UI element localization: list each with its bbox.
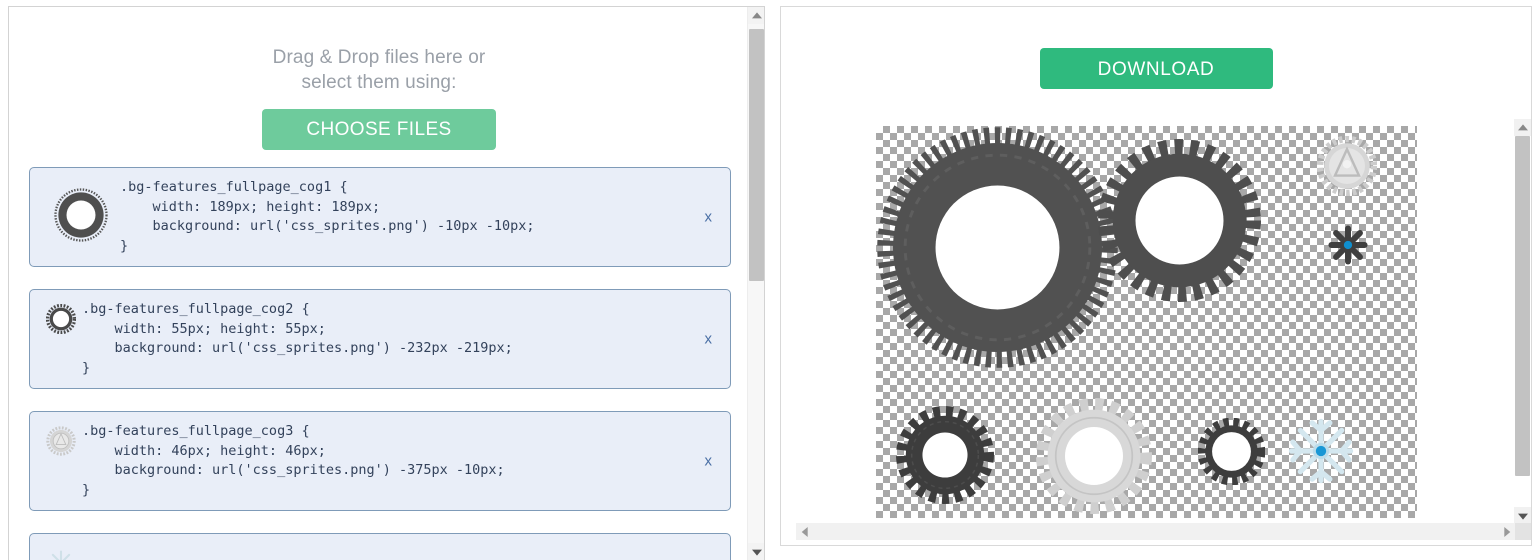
list-item[interactable]: .bg-features_fullpage_cog3 { width: 46px… [29,411,731,511]
list-item[interactable]: .bg-features_fullpage_cog1 { width: 189p… [29,167,731,267]
sprite-preview-viewport[interactable] [796,119,1517,524]
css-rule-text: .bg-features_fullpage_cog2 { width: 55px… [82,301,513,376]
preview-panel: DOWNLOAD [780,6,1532,546]
choose-files-button[interactable]: CHOOSE FILES [262,109,496,150]
list-item-content: .bg-features_fullpage_cog1 { width: 189p… [42,178,690,256]
download-button[interactable]: DOWNLOAD [1039,48,1273,89]
sprite-cog4-snowflake-dark [1325,222,1371,273]
scrollbar-thumb[interactable] [749,29,764,281]
remove-file-button[interactable]: x [699,207,719,228]
sprite-sheet-image [876,126,1417,518]
sprite-cog3-light-gray [1316,135,1378,201]
upload-panel: Drag & Drop files here or select them us… [8,6,765,560]
list-item[interactable]: x [29,533,731,560]
css-rule-text: .bg-features_fullpage_cog1 { width: 189p… [120,179,535,254]
list-item[interactable]: .bg-features_fullpage_cog2 { width: 55px… [29,289,731,389]
dropzone-line-1: Drag & Drop files here or [272,47,486,68]
scroll-down-arrow[interactable] [748,543,764,560]
sprite-cog7-small-dark-gear [1197,417,1266,490]
left-panel-scrollbar[interactable] [747,7,764,560]
dropzone-line-2: select them using: [301,72,457,93]
sprite-generator-app: Drag & Drop files here or select them us… [0,0,1538,560]
preview-vertical-scrollbar[interactable] [1514,119,1531,524]
sprite-cog6-silver-gear [1036,398,1152,519]
list-item-content: .bg-features_fullpage_cog3 { width: 46px… [42,422,690,500]
remove-file-button[interactable]: x [699,329,719,350]
scroll-left-arrow[interactable] [796,523,813,540]
scroll-down-arrow[interactable] [1514,507,1531,524]
scroll-up-arrow[interactable] [1514,119,1531,136]
scrollbar-corner [1515,523,1531,540]
file-list: .bg-features_fullpage_cog1 { width: 189p… [9,167,749,560]
sprite-cog2-medium-dark [1098,139,1261,307]
chevron-up-icon [751,11,762,18]
scroll-up-arrow[interactable] [748,7,764,24]
snowflake-icon [46,548,76,560]
css-rule-text: .bg-features_fullpage_cog3 { width: 46px… [82,423,505,498]
sprite-cog1-large-dark [876,126,1119,374]
dropzone-instructions: Drag & Drop files here or select them us… [9,45,749,95]
cog-small-dark-icon [45,303,77,339]
scroll-right-arrow[interactable] [1498,523,1515,540]
sprite-cog8-snowflake-blue [1284,414,1358,493]
cog-light-gray-icon [46,426,76,461]
chevron-down-icon [1517,513,1528,520]
remove-file-button[interactable]: x [699,451,719,472]
chevron-left-icon [801,526,808,537]
list-item-content: .bg-features_fullpage_cog2 { width: 55px… [42,300,690,378]
preview-horizontal-scrollbar[interactable] [796,523,1531,540]
scrollbar-thumb[interactable] [1515,136,1530,476]
sprite-cog5-dark-gear [896,406,994,509]
chevron-up-icon [1517,123,1528,130]
cog-large-dark-icon [52,186,110,249]
chevron-right-icon [1503,526,1510,537]
download-toolbar: DOWNLOAD [781,7,1531,89]
chevron-down-icon [751,549,762,556]
dropzone[interactable]: Drag & Drop files here or select them us… [9,7,749,167]
